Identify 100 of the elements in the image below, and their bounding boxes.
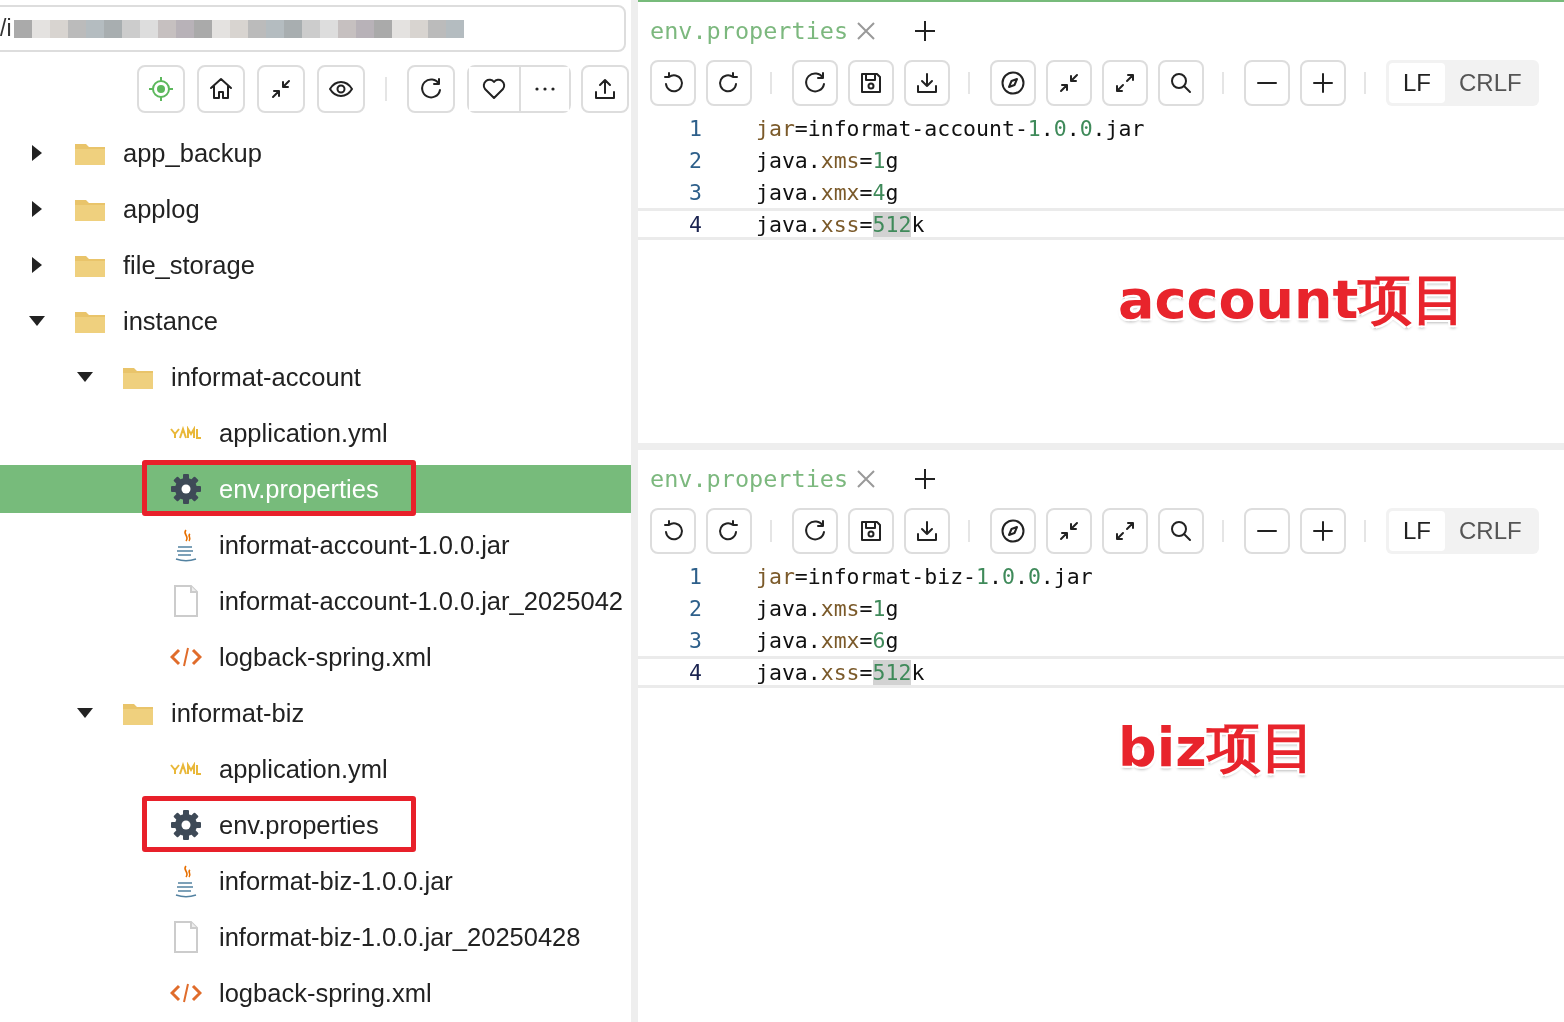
tree-item[interactable]: informat-biz-1.0.0.jar_20250428 <box>0 913 631 961</box>
tree-item[interactable]: logback-spring.xml <box>0 969 631 1017</box>
line-number: 1 <box>688 563 703 589</box>
tree-item[interactable]: instance <box>0 297 631 345</box>
code-line: jar=informat-biz-1.0.0.jar <box>756 563 1093 589</box>
code-line: java.xmx=6g <box>756 627 899 653</box>
line-ending-option[interactable]: LF <box>1389 63 1445 103</box>
expand-icon <box>1114 72 1136 94</box>
redo-icon <box>717 519 741 543</box>
gear-icon <box>170 809 202 841</box>
compass-button[interactable] <box>990 60 1036 106</box>
line-number: 3 <box>688 179 703 205</box>
file-name: informat-biz <box>171 698 305 728</box>
save-button[interactable] <box>848 60 894 106</box>
more-icon <box>534 86 556 92</box>
tree-item[interactable]: app_backup <box>0 129 631 177</box>
reload-button[interactable] <box>792 60 838 106</box>
line-ending-option[interactable]: CRLF <box>1445 511 1536 551</box>
file-icon <box>173 921 199 953</box>
compass-button[interactable] <box>990 508 1036 554</box>
plus-icon <box>1311 71 1335 95</box>
file-name: informat-account-1.0.0.jar <box>219 530 510 560</box>
file-name: file_storage <box>123 250 255 280</box>
undo-icon <box>661 519 685 543</box>
file-name: informat-biz-1.0.0.jar_20250428 <box>219 922 581 952</box>
add-tab-button[interactable] <box>914 20 937 42</box>
zigzag-icon <box>170 762 202 776</box>
caret-icon[interactable] <box>32 201 42 217</box>
file-name: informat-account-1.0.0.jar_2025042 <box>219 586 623 616</box>
collapse-button[interactable] <box>1046 508 1092 554</box>
upload-button[interactable] <box>581 65 629 113</box>
undo-button[interactable] <box>650 60 696 106</box>
tree-item[interactable]: logback-spring.xml <box>0 633 631 681</box>
expand-button[interactable] <box>1102 508 1148 554</box>
plus-button[interactable] <box>1300 508 1346 554</box>
tree-item[interactable]: env.properties <box>0 801 631 849</box>
code-line: jar=informat-account-1.0.0.jar <box>756 115 1145 141</box>
code-icon <box>170 646 202 668</box>
code-line: java.xms=1g <box>756 147 899 173</box>
caret-icon[interactable] <box>32 257 42 273</box>
line-number: 4 <box>688 211 703 237</box>
file-name: applog <box>123 194 200 224</box>
redo-button[interactable] <box>706 60 752 106</box>
file-name: informat-account <box>171 362 361 392</box>
close-icon[interactable] <box>856 21 877 41</box>
file-name: informat-biz-1.0.0.jar <box>219 866 453 896</box>
search-button[interactable] <box>1158 508 1204 554</box>
caret-icon[interactable] <box>77 372 93 382</box>
expand-button[interactable] <box>1102 60 1148 106</box>
tree-item[interactable]: informat-account-1.0.0.jar <box>0 521 631 569</box>
home-button[interactable] <box>197 65 245 113</box>
file-name: application.yml <box>219 418 388 448</box>
eye-button[interactable] <box>317 65 365 113</box>
reload-button[interactable] <box>792 508 838 554</box>
tree-item[interactable]: file_storage <box>0 241 631 289</box>
plus-button[interactable] <box>1300 60 1346 106</box>
tree-item[interactable]: informat-biz-1.0.0.jar <box>0 857 631 905</box>
tree-item[interactable]: informat-biz <box>0 689 631 737</box>
add-tab-button[interactable] <box>914 468 937 490</box>
compass-icon <box>1000 70 1026 96</box>
reload-button[interactable] <box>407 65 455 113</box>
tree-item[interactable]: informat-account <box>0 353 631 401</box>
caret-icon[interactable] <box>29 316 45 326</box>
path-field[interactable]: /i <box>0 5 626 52</box>
gear-icon <box>170 473 202 505</box>
line-ending-option[interactable]: LF <box>1389 511 1445 551</box>
download-button[interactable] <box>904 508 950 554</box>
download-icon <box>915 519 939 543</box>
file-name: application.yml <box>219 754 388 784</box>
caret-icon[interactable] <box>77 708 93 718</box>
line-number: 1 <box>688 115 703 141</box>
code-icon <box>170 982 202 1004</box>
path-text: /i <box>0 15 12 42</box>
file-name: logback-spring.xml <box>219 642 432 672</box>
save-button[interactable] <box>848 508 894 554</box>
file-name: logback-spring.xml <box>219 978 432 1008</box>
annotation-text: biz项目 <box>1118 715 1315 781</box>
download-button[interactable] <box>904 60 950 106</box>
annotation-text: account项目 <box>1118 267 1467 333</box>
search-button[interactable] <box>1158 60 1204 106</box>
file-name: app_backup <box>123 138 262 168</box>
caret-icon[interactable] <box>32 145 42 161</box>
home-icon <box>208 76 234 102</box>
search-icon <box>1169 519 1193 543</box>
file-icon <box>173 585 199 617</box>
collapse-button[interactable] <box>1046 60 1092 106</box>
line-ending-option[interactable]: CRLF <box>1445 63 1536 103</box>
line-number: 2 <box>688 147 703 173</box>
tree-item[interactable]: application.yml <box>0 409 631 457</box>
code-line: java.xss=512k <box>756 211 925 237</box>
redo-button[interactable] <box>706 508 752 554</box>
tree-item[interactable]: informat-account-1.0.0.jar_2025042 <box>0 577 631 625</box>
redo-icon <box>717 71 741 95</box>
undo-button[interactable] <box>650 508 696 554</box>
locate-icon <box>148 76 174 102</box>
tree-item[interactable]: applog <box>0 185 631 233</box>
tree-item[interactable]: application.yml <box>0 745 631 793</box>
collapse-button[interactable] <box>257 65 305 113</box>
file-name: env.properties <box>219 810 379 840</box>
close-icon[interactable] <box>856 469 877 489</box>
